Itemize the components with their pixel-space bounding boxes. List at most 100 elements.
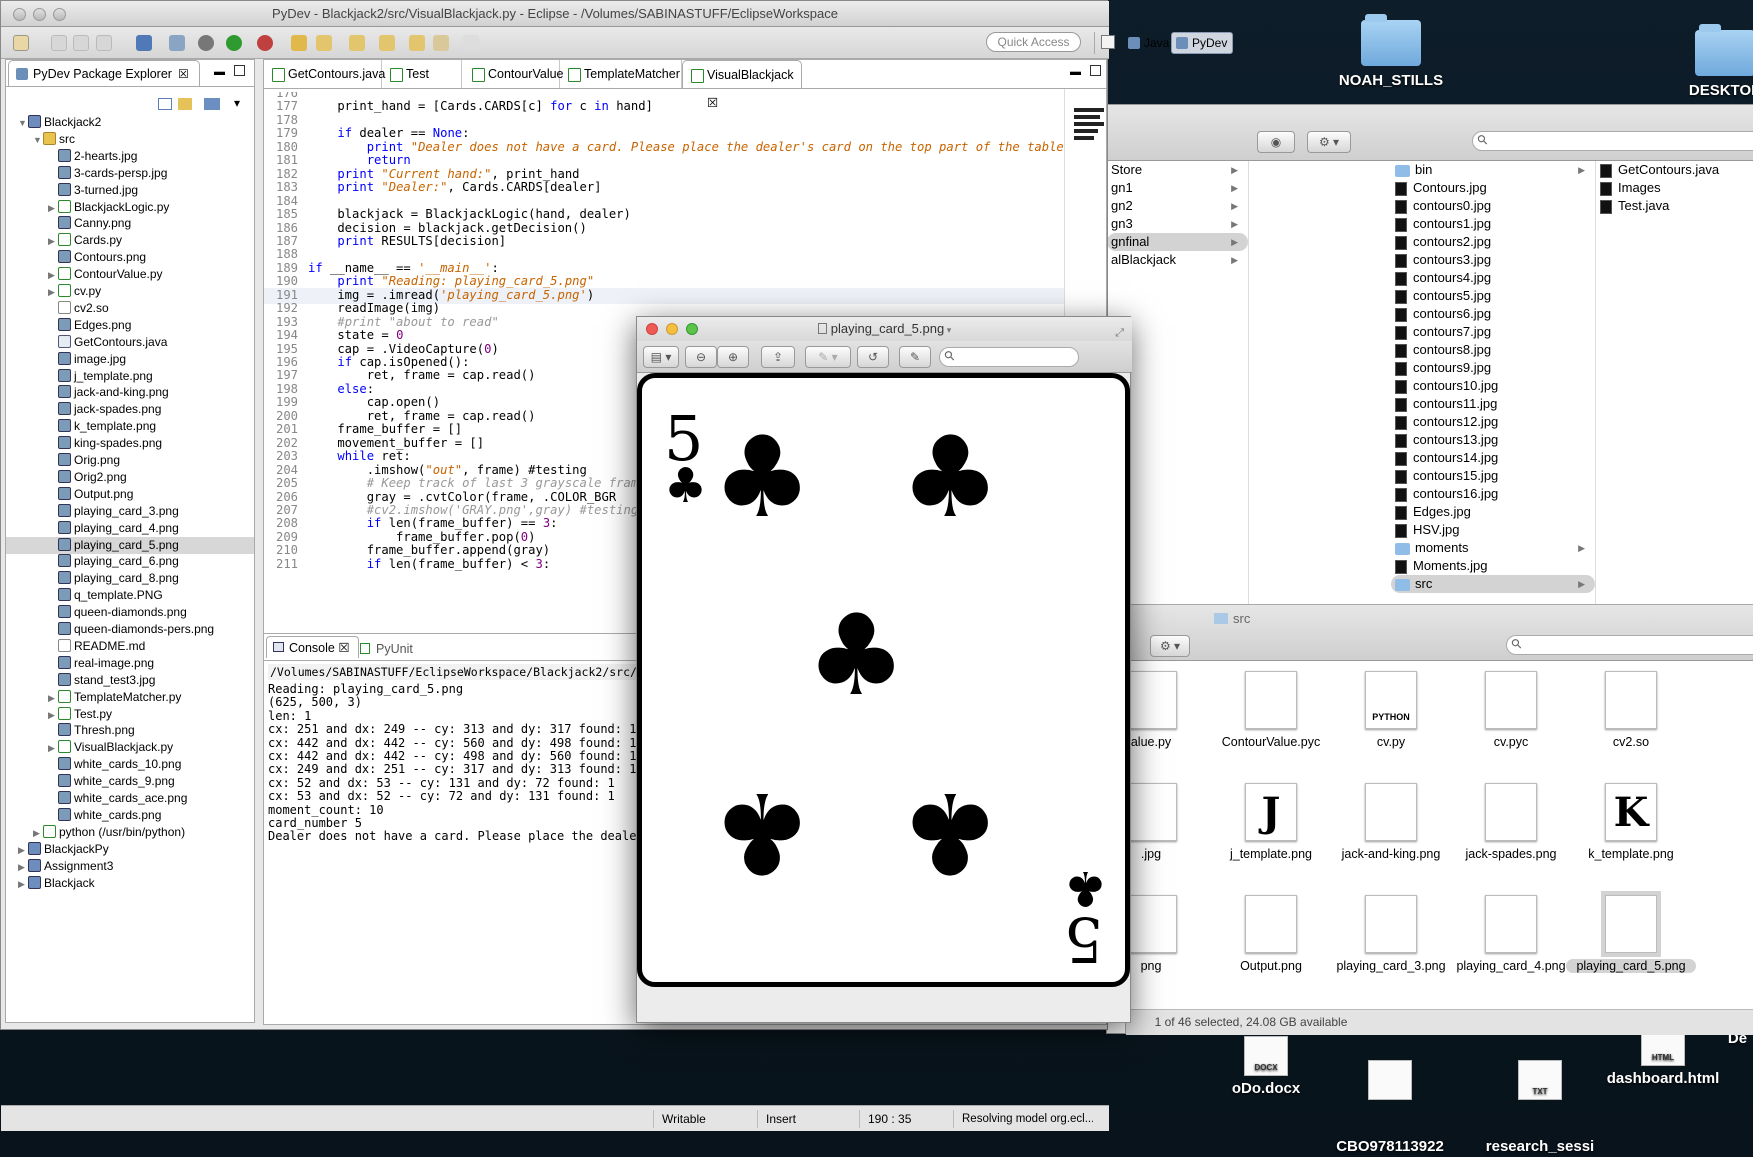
expand-arrow-icon[interactable]: ▶ xyxy=(48,200,58,217)
finder-row[interactable]: gn2 ▶ xyxy=(1107,197,1248,215)
zoom-out-icon[interactable]: ⊖ xyxy=(685,346,717,368)
finder-file-icon[interactable]: ContourValue.pyc xyxy=(1206,671,1336,749)
minimize-editor-icon[interactable]: ▬ xyxy=(1070,66,1081,78)
debug-icon[interactable] xyxy=(198,35,214,51)
finder-row[interactable]: Contours.jpg xyxy=(1391,179,1595,197)
finder-file-icon[interactable]: Kk_template.png xyxy=(1566,783,1696,861)
finder-row[interactable]: contours9.jpg xyxy=(1391,359,1595,377)
tree-item[interactable]: ▶ python (/usr/bin/python) xyxy=(6,824,254,841)
desktop-folder-noah-stills[interactable]: NOAH_STILLS xyxy=(1326,14,1456,89)
expand-arrow-icon[interactable]: ▶ xyxy=(48,740,58,757)
tree-item[interactable]: white_cards.png xyxy=(6,807,254,824)
finder-row[interactable]: src ▶ xyxy=(1391,575,1595,593)
python-icon[interactable] xyxy=(136,35,152,51)
tree-item[interactable]: jack-spades.png xyxy=(6,401,254,418)
finder-row[interactable]: contours14.jpg xyxy=(1391,449,1595,467)
expand-arrow-icon[interactable]: ▼ xyxy=(33,132,43,149)
finder-row[interactable]: contours13.jpg xyxy=(1391,431,1595,449)
perspective-java[interactable]: Java xyxy=(1123,32,1175,54)
tree-item[interactable]: ▶ Test.py xyxy=(6,706,254,723)
close-icon[interactable]: ☒ xyxy=(338,641,349,655)
quick-access-input[interactable]: Quick Access xyxy=(986,32,1081,52)
expand-arrow-icon[interactable]: ▶ xyxy=(48,707,58,724)
tree-item[interactable]: k_template.png xyxy=(6,418,254,435)
tree-item[interactable]: white_cards_10.png xyxy=(6,756,254,773)
expand-arrow-icon[interactable]: ▶ xyxy=(18,842,28,859)
tree-item[interactable]: king-spades.png xyxy=(6,435,254,452)
finder-row[interactable]: alBlackjack ▶ xyxy=(1107,251,1248,269)
expand-arrow-icon[interactable]: ▶ xyxy=(48,690,58,707)
forward-icon[interactable] xyxy=(463,35,479,51)
tree-item[interactable]: Thresh.png xyxy=(6,722,254,739)
finder-row[interactable]: contours3.jpg xyxy=(1391,251,1595,269)
tree-item[interactable]: Output.png xyxy=(6,486,254,503)
finder-row[interactable]: contours1.jpg xyxy=(1391,215,1595,233)
run-icon[interactable] xyxy=(226,35,242,51)
tree-item[interactable]: queen-diamonds-pers.png xyxy=(6,621,254,638)
save-icon[interactable] xyxy=(51,35,67,51)
last-edit-icon[interactable] xyxy=(409,35,425,51)
expand-arrow-icon[interactable]: ▼ xyxy=(18,115,28,132)
gear-icon[interactable]: ⚙ ▾ xyxy=(1307,131,1351,153)
package-icon[interactable] xyxy=(169,35,185,51)
tree-item[interactable]: ▶ ContourValue.py xyxy=(6,266,254,283)
tree-item[interactable]: ▼ src xyxy=(6,131,254,148)
save-all-icon[interactable] xyxy=(73,35,89,51)
finder-file-icon[interactable]: playing_card_3.png xyxy=(1326,895,1456,973)
collapse-all-icon[interactable] xyxy=(158,98,172,110)
finder-row[interactable]: contours12.jpg xyxy=(1391,413,1595,431)
finder-file-icon[interactable]: Output.png xyxy=(1206,895,1336,973)
tab-pydev-package-explorer[interactable]: PyDev Package Explorer ☒ xyxy=(8,60,200,86)
desktop-file-docx[interactable]: DOCX oDo.docx xyxy=(1216,1036,1316,1097)
minimize-button[interactable] xyxy=(666,323,678,335)
minimize-view-icon[interactable]: ▬ xyxy=(214,66,225,78)
finder-row[interactable]: contours0.jpg xyxy=(1391,197,1595,215)
editor-tab[interactable]: VisualBlackjack ☒ xyxy=(682,60,802,110)
tree-item[interactable]: Edges.png xyxy=(6,317,254,334)
finder-row[interactable]: contours8.jpg xyxy=(1391,341,1595,359)
tree-item[interactable]: stand_test3.jpg xyxy=(6,672,254,689)
tree-item[interactable]: Orig2.png xyxy=(6,469,254,486)
tree-item[interactable]: cv2.so xyxy=(6,300,254,317)
share-icon[interactable]: ⇪ xyxy=(761,346,795,368)
finder-row[interactable]: contours10.jpg xyxy=(1391,377,1595,395)
tree-item[interactable]: ▼ Blackjack2 xyxy=(6,114,254,131)
finder-file-icon[interactable]: Jj_template.png xyxy=(1206,783,1336,861)
perspective-pydev[interactable]: PyDev xyxy=(1171,32,1234,54)
finder-row[interactable]: GetContours.java xyxy=(1596,161,1753,179)
finder-file-icon[interactable]: playing_card_4.png xyxy=(1446,895,1576,973)
tree-item[interactable]: jack-and-king.png xyxy=(6,384,254,401)
expand-arrow-icon[interactable]: ▶ xyxy=(48,233,58,250)
tree-item[interactable]: playing_card_6.png xyxy=(6,553,254,570)
open-perspective-icon[interactable] xyxy=(1101,35,1115,49)
expand-arrow-icon[interactable]: ▶ xyxy=(33,825,43,842)
tree-item[interactable]: j_template.png xyxy=(6,368,254,385)
desktop-folder-desktop[interactable]: DESKTOP xyxy=(1680,24,1753,99)
maximize-editor-icon[interactable] xyxy=(1090,65,1101,76)
finder-row[interactable]: contours2.jpg xyxy=(1391,233,1595,251)
finder-file-icon[interactable]: cv.pyc xyxy=(1446,671,1576,749)
tree-item[interactable]: queen-diamonds.png xyxy=(6,604,254,621)
maximize-view-icon[interactable] xyxy=(234,65,245,76)
minimize-button[interactable] xyxy=(33,8,46,21)
tree-item[interactable]: 3-turned.jpg xyxy=(6,182,254,199)
editor-tab[interactable]: ContourValue xyxy=(464,60,564,88)
tree-item[interactable]: 3-cards-persp.jpg xyxy=(6,165,254,182)
tree-item[interactable]: playing_card_4.png xyxy=(6,520,254,537)
tree-item[interactable]: ▶ BlackjackPy xyxy=(6,841,254,858)
tree-item[interactable]: 2-hearts.jpg xyxy=(6,148,254,165)
next-annotation-icon[interactable] xyxy=(349,35,365,51)
finder-row[interactable]: moments ▶ xyxy=(1391,539,1595,557)
tree-item[interactable]: playing_card_3.png xyxy=(6,503,254,520)
print-icon[interactable] xyxy=(96,35,112,51)
zoom-button[interactable] xyxy=(686,323,698,335)
eye-icon[interactable]: ◉ xyxy=(1257,131,1295,153)
expand-arrow-icon[interactable]: ▶ xyxy=(18,859,28,876)
zoom-button[interactable] xyxy=(53,8,66,21)
tree-item[interactable]: playing_card_5.png xyxy=(6,536,254,554)
tree-item[interactable]: Canny.png xyxy=(6,215,254,232)
tree-item[interactable]: playing_card_8.png xyxy=(6,570,254,587)
finder-file-icon[interactable]: cv2.so xyxy=(1566,671,1696,749)
finder-file-icon[interactable]: jack-spades.png xyxy=(1446,783,1576,861)
finder-row[interactable]: Edges.jpg xyxy=(1391,503,1595,521)
